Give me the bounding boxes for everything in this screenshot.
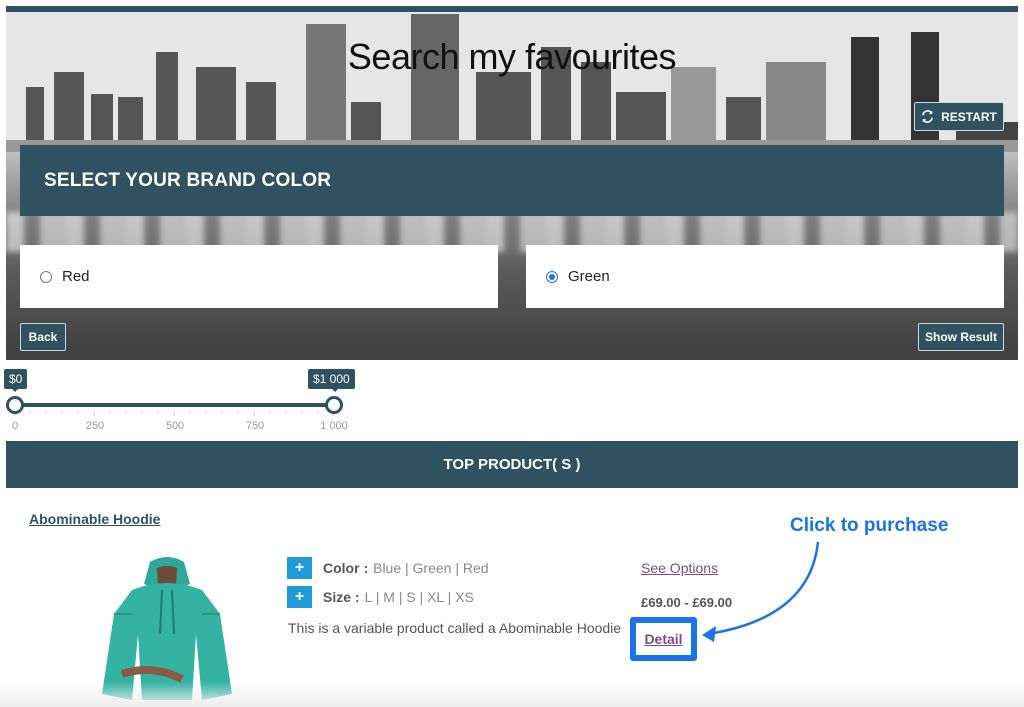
option-green-label: Green [568, 268, 610, 285]
tick-label: 1 000 [320, 420, 348, 432]
slider-track[interactable] [14, 403, 334, 407]
show-result-button[interactable]: Show Result [918, 323, 1004, 351]
product-description: This is a variable product called a Abom… [288, 620, 622, 636]
tick-label: 0 [11, 420, 19, 432]
page-title: Search my favourites [347, 36, 677, 77]
slider-handle-min[interactable] [6, 396, 24, 414]
price-max-badge: $1 000 [308, 369, 355, 392]
slider-tick-labels: 0 250 500 750 1 000 [0, 420, 370, 434]
city-skyline-image [6, 12, 1018, 152]
expand-color-button[interactable]: + [287, 557, 312, 579]
back-button[interactable]: Back [20, 323, 66, 351]
annotation-arrow-icon [702, 541, 820, 642]
option-green[interactable]: Green [526, 245, 1004, 308]
tick-label: 250 [85, 420, 105, 432]
option-red-label: Red [62, 268, 90, 285]
price-min-badge: $0 [4, 369, 28, 392]
expand-size-button[interactable]: + [287, 586, 312, 608]
bottom-fade [0, 682, 1024, 707]
tick-label: 500 [165, 420, 185, 432]
detail-link[interactable]: Detail [644, 631, 682, 647]
question-title: SELECT YOUR BRAND COLOR [20, 145, 1004, 216]
size-attribute: + Size : L | M | S | XL | XS [287, 586, 474, 608]
product-image-hoodie[interactable] [92, 554, 242, 700]
color-attribute: + Color : Blue | Green | Red [287, 557, 489, 579]
slider-ticks [14, 410, 334, 416]
click-to-purchase-annotation: Click to purchase [790, 515, 949, 536]
color-values: Blue | Green | Red [373, 560, 489, 576]
product-name-link[interactable]: Abominable Hoodie [29, 511, 160, 527]
detail-highlight-box[interactable]: Detail [630, 617, 697, 661]
radio-red[interactable] [40, 270, 52, 283]
radio-green[interactable] [546, 270, 558, 283]
size-values: L | M | S | XL | XS [364, 589, 474, 605]
size-label: Size : [323, 589, 360, 605]
refresh-icon [922, 110, 934, 123]
restart-label: RESTART [941, 109, 997, 124]
color-label: Color : [323, 560, 369, 576]
slider-handle-max[interactable] [325, 396, 343, 414]
restart-button[interactable]: RESTART [914, 102, 1004, 131]
hero-banner: Search my favourites RESTART SELECT YOUR… [6, 6, 1018, 360]
price-range-slider: $0 $1 000 0 250 500 750 1 000 [0, 362, 370, 438]
tick-label: 750 [245, 420, 265, 432]
top-products-header: TOP PRODUCT( S ) [6, 441, 1018, 488]
option-red[interactable]: Red [20, 245, 498, 308]
